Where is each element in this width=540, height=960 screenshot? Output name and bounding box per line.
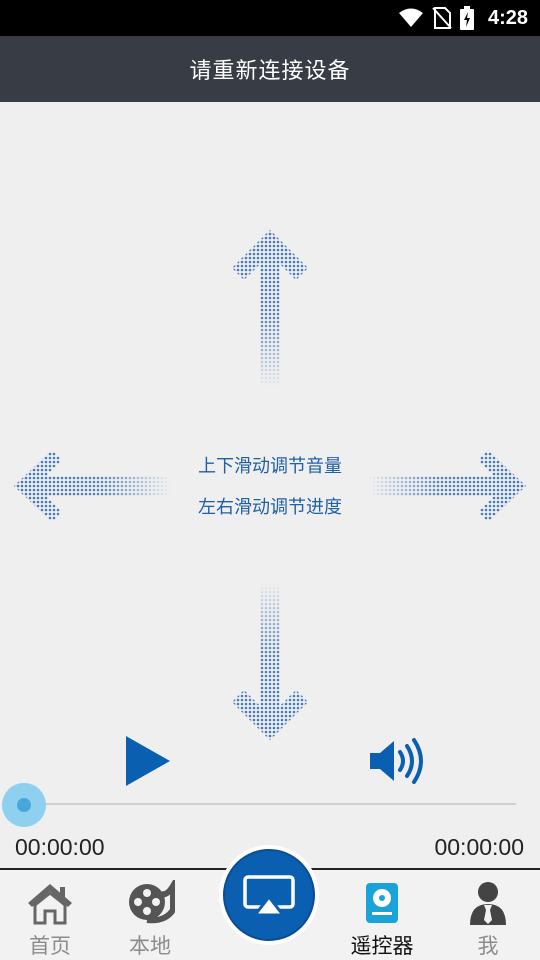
hint-progress: 左右滑动调节进度	[198, 497, 342, 518]
progress-slider[interactable]	[0, 782, 540, 828]
gesture-area[interactable]: 上下滑动调节音量 左右滑动调节进度	[0, 102, 540, 742]
screen-cast-button[interactable]	[219, 845, 319, 945]
nav-label-local: 本地	[129, 934, 171, 958]
nav-item-me[interactable]: 我	[438, 870, 538, 960]
film-reel-icon	[129, 880, 175, 924]
volume-icon	[370, 738, 423, 784]
nav-item-remote[interactable]: 遥控器	[332, 870, 432, 960]
status-time: 4:28	[487, 6, 528, 29]
remote-icon	[366, 883, 398, 923]
arrow-up-icon	[232, 230, 308, 386]
no-sim-icon	[432, 7, 452, 29]
volume-button[interactable]	[366, 736, 428, 786]
progress-thumb[interactable]	[17, 798, 31, 812]
status-bar: 4:28	[0, 0, 540, 36]
total-time: 00:00:00	[434, 834, 524, 860]
battery-charging-icon	[459, 6, 474, 30]
title-bar: 请重新连接设备	[0, 36, 540, 102]
page-title: 请重新连接设备	[189, 59, 351, 84]
home-icon	[28, 884, 72, 925]
nav-item-home[interactable]: 首页	[0, 870, 100, 960]
progress-track[interactable]	[24, 803, 516, 805]
wifi-icon	[398, 8, 423, 27]
current-time: 00:00:00	[15, 834, 105, 860]
nav-label-me: 我	[477, 934, 499, 958]
arrow-down-icon	[232, 584, 308, 740]
hint-volume: 上下滑动调节音量	[198, 456, 342, 477]
nav-label-home: 首页	[29, 934, 71, 958]
nav-label-remote: 遥控器	[350, 934, 414, 958]
screen-cast-icon	[243, 875, 295, 917]
nav-item-local[interactable]: 本地	[100, 870, 200, 960]
user-icon	[470, 882, 506, 925]
